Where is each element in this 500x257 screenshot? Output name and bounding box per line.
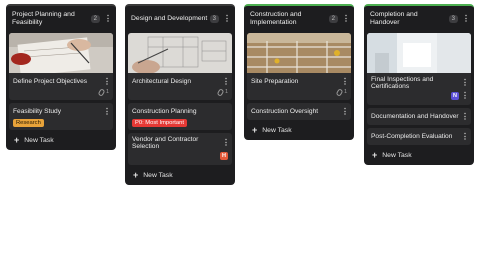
- card-menu-icon[interactable]: ⋮: [341, 77, 349, 85]
- task-title: Vendor and Contractor Selection: [132, 136, 199, 150]
- card-footer: N ⋮: [367, 90, 471, 102]
- plus-icon: +: [14, 135, 20, 145]
- paperclip-icon: [97, 87, 106, 97]
- task-card[interactable]: Architectural Design ⋮ 1: [128, 33, 232, 100]
- task-count-badge: 3: [209, 15, 219, 23]
- task-card[interactable]: Final Inspections and Certifications ⋮ N…: [367, 33, 471, 105]
- card-menu-icon[interactable]: ⋮: [222, 139, 230, 147]
- attachment-count: 1: [343, 89, 347, 95]
- card-more-icon[interactable]: ⋮: [461, 92, 469, 100]
- column-header: Completion and Handover 3 ⋮: [367, 8, 471, 30]
- task-count-badge: 3: [448, 15, 458, 23]
- task-title: Construction Oversight: [251, 108, 319, 115]
- column-construction: Construction and Implementation 2 ⋮ Site…: [244, 4, 354, 140]
- card-footer: 1: [128, 87, 232, 97]
- task-card[interactable]: Feasibility Study ⋮ Research: [9, 103, 113, 130]
- column-menu-icon[interactable]: ⋮: [462, 15, 470, 23]
- card-footer: H: [128, 150, 232, 162]
- task-title: Architectural Design: [132, 78, 192, 85]
- task-count-badge: 2: [90, 15, 100, 23]
- column-header: Project Planning and Feasibility 2 ⋮: [9, 8, 113, 30]
- tag-research: Research: [13, 119, 44, 127]
- card-footer: 1: [9, 87, 113, 97]
- assignee-avatar[interactable]: N: [451, 92, 459, 100]
- paperclip-icon: [216, 87, 225, 97]
- plus-icon: +: [252, 125, 258, 135]
- task-card[interactable]: Documentation and Handover ⋮: [367, 108, 471, 125]
- column-completion: Completion and Handover 3 ⋮ Final Inspec…: [364, 4, 474, 165]
- card-menu-icon[interactable]: ⋮: [461, 112, 469, 120]
- card-menu-icon[interactable]: ⋮: [222, 77, 230, 85]
- new-task-button[interactable]: + New Task: [247, 120, 351, 136]
- column-title: Construction and Implementation: [250, 11, 302, 26]
- task-card[interactable]: Define Project Objectives ⋮ 1: [9, 33, 113, 100]
- task-title: Feasibility Study: [13, 108, 62, 115]
- column-project-planning: Project Planning and Feasibility 2 ⋮ Def…: [6, 4, 116, 150]
- blueprint-photo: [128, 33, 232, 73]
- column-title: Design and Development: [131, 15, 208, 22]
- assignee-avatar[interactable]: H: [220, 152, 228, 160]
- task-title: Site Preparation: [251, 78, 299, 85]
- planning-photo: [9, 33, 113, 73]
- construction-site-photo: [247, 33, 351, 73]
- card-menu-icon[interactable]: ⋮: [103, 77, 111, 85]
- attachment-count: 1: [224, 89, 228, 95]
- paperclip-icon: [335, 87, 344, 97]
- new-task-label: New Task: [262, 126, 292, 134]
- task-count-badge: 2: [328, 15, 338, 23]
- task-title: Construction Planning: [132, 108, 197, 115]
- task-card[interactable]: Construction Planning P0: Most Important: [128, 103, 232, 130]
- office-photo: [367, 33, 471, 73]
- new-task-button[interactable]: + New Task: [367, 145, 471, 161]
- task-card[interactable]: Site Preparation ⋮ 1: [247, 33, 351, 100]
- tag-priority: P0: Most Important: [132, 119, 187, 127]
- task-title: Documentation and Handover: [371, 113, 459, 120]
- task-title: Define Project Objectives: [13, 78, 88, 85]
- attachment-count: 1: [105, 89, 109, 95]
- column-title: Completion and Handover: [370, 11, 418, 26]
- card-menu-icon[interactable]: ⋮: [461, 132, 469, 140]
- card-footer: 1: [247, 87, 351, 97]
- new-task-label: New Task: [24, 136, 54, 144]
- new-task-button[interactable]: + New Task: [9, 130, 113, 146]
- plus-icon: +: [372, 150, 378, 160]
- task-card[interactable]: Vendor and Contractor Selection ⋮ H: [128, 133, 232, 165]
- column-menu-icon[interactable]: ⋮: [223, 15, 231, 23]
- card-menu-icon[interactable]: ⋮: [341, 107, 349, 115]
- column-menu-icon[interactable]: ⋮: [104, 15, 112, 23]
- task-title: Post-Completion Evaluation: [371, 133, 453, 140]
- column-design-development: Design and Development 3 ⋮ Architectural…: [125, 4, 235, 185]
- new-task-label: New Task: [143, 171, 173, 179]
- column-header: Construction and Implementation 2 ⋮: [247, 8, 351, 30]
- new-task-button[interactable]: + New Task: [128, 165, 232, 181]
- column-menu-icon[interactable]: ⋮: [342, 15, 350, 23]
- plus-icon: +: [133, 170, 139, 180]
- new-task-label: New Task: [382, 151, 412, 159]
- card-menu-icon[interactable]: ⋮: [103, 107, 111, 115]
- card-menu-icon[interactable]: ⋮: [461, 79, 469, 87]
- column-title: Project Planning and Feasibility: [12, 11, 75, 26]
- task-card[interactable]: Post-Completion Evaluation ⋮: [367, 128, 471, 145]
- task-card[interactable]: Construction Oversight ⋮: [247, 103, 351, 120]
- task-title: Final Inspections and Certifications: [371, 76, 434, 90]
- column-header: Design and Development 3 ⋮: [128, 8, 232, 30]
